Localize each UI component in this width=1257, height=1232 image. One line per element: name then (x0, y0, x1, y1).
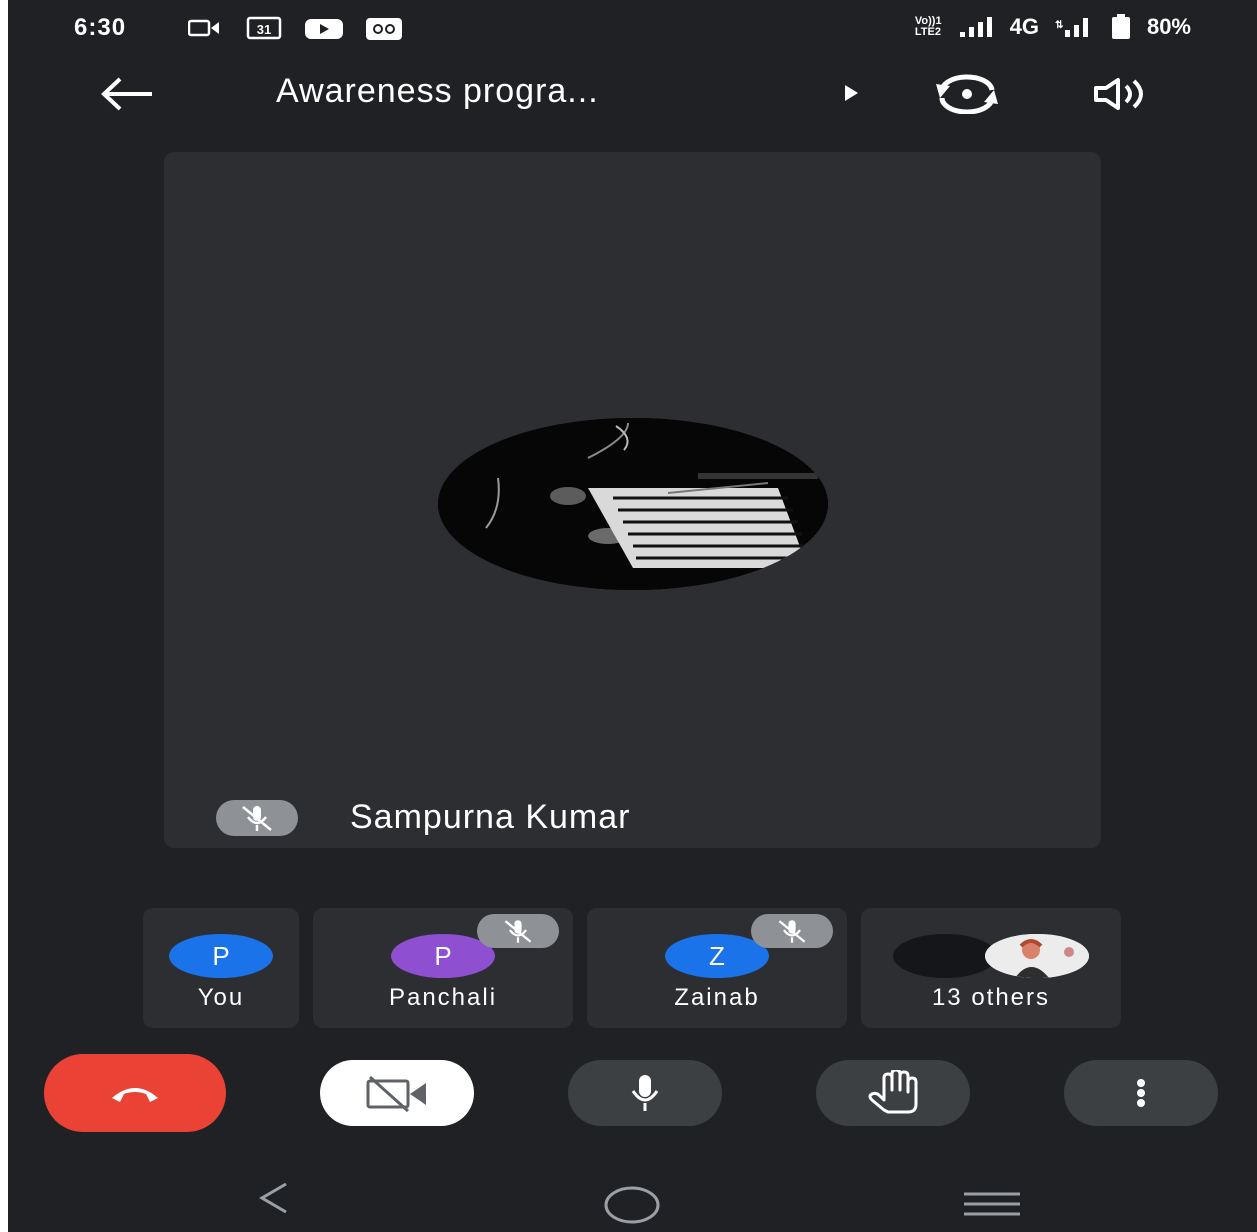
other-avatar-photo (985, 934, 1089, 978)
participant-tile-you[interactable]: P You (143, 908, 299, 1028)
piano-profile-photo (438, 418, 828, 590)
mic-off-icon (778, 920, 806, 943)
meeting-title[interactable]: Awareness progra... (276, 72, 599, 111)
more-vert-icon (1137, 1079, 1145, 1107)
screen-record-icon (366, 18, 402, 40)
participant-tile-others[interactable]: 13 others (861, 908, 1121, 1028)
volte-bottom: LTE2 (914, 26, 941, 38)
main-participant-tile[interactable]: Sampurna Kumar (164, 152, 1101, 848)
camera-off-icon (366, 1075, 426, 1113)
participant-name: You (197, 984, 245, 1011)
avatar-photo (985, 934, 1089, 978)
main-participant-label: Sampurna Kumar (216, 798, 630, 837)
mic-off-icon (242, 805, 272, 831)
switch-camera-icon[interactable] (932, 74, 1002, 114)
status-time: 6:30 (74, 14, 127, 41)
muted-indicator (216, 799, 298, 836)
meet-call-screen: 6:30 31 Vo))1 LTE2 4G ⇅ 80% Awareness pr… (8, 0, 1257, 1232)
volte-indicator: Vo))1 LTE2 (915, 16, 942, 38)
battery-icon (1111, 14, 1130, 39)
call-header: Awareness progra... (8, 62, 1257, 126)
status-right: Vo))1 LTE2 4G ⇅ 80% (915, 14, 1191, 40)
nav-recents-icon[interactable] (962, 1190, 1022, 1220)
participant-avatar (438, 418, 828, 590)
speaker-icon[interactable] (1092, 78, 1154, 110)
signal-strength-2-icon: ⇅ (1055, 18, 1088, 37)
microphone-button[interactable] (568, 1060, 722, 1126)
participant-tile-zainab[interactable]: Z Zainab (587, 908, 847, 1028)
avatar: P (169, 934, 273, 978)
calendar-day: 31 (257, 22, 271, 37)
hang-up-icon (112, 1088, 158, 1102)
participant-name: Panchali (388, 984, 498, 1011)
main-participant-name: Sampurna Kumar (350, 798, 631, 836)
battery-percent: 80% (1146, 14, 1191, 39)
mic-off-icon (504, 920, 532, 943)
participant-name: Zainab (674, 984, 760, 1011)
other-avatar-dark (893, 934, 997, 978)
camera-toggle-button[interactable] (320, 1060, 474, 1126)
nav-back-icon[interactable] (256, 1178, 290, 1218)
play-caret-icon[interactable] (842, 84, 860, 102)
muted-indicator (477, 914, 559, 948)
microphone-icon (631, 1075, 659, 1111)
svg-text:⇅: ⇅ (1055, 20, 1064, 31)
end-call-button[interactable] (44, 1054, 226, 1132)
network-type: 4G (1009, 14, 1039, 39)
youtube-icon (305, 19, 343, 39)
raise-hand-icon (868, 1070, 918, 1114)
muted-indicator (751, 914, 833, 948)
more-options-button[interactable] (1064, 1060, 1218, 1126)
nav-home-icon[interactable] (602, 1184, 662, 1226)
participant-tile-panchali[interactable]: P Panchali (313, 908, 573, 1028)
video-call-notification-icon (188, 19, 219, 37)
signal-strength-icon (959, 17, 992, 37)
status-bar: 6:30 31 Vo))1 LTE2 4G ⇅ 80% (8, 0, 1257, 56)
participant-name: 13 others (931, 984, 1051, 1011)
back-arrow-icon[interactable] (100, 76, 156, 112)
raise-hand-button[interactable] (816, 1060, 970, 1126)
calendar-icon: 31 (246, 16, 282, 40)
